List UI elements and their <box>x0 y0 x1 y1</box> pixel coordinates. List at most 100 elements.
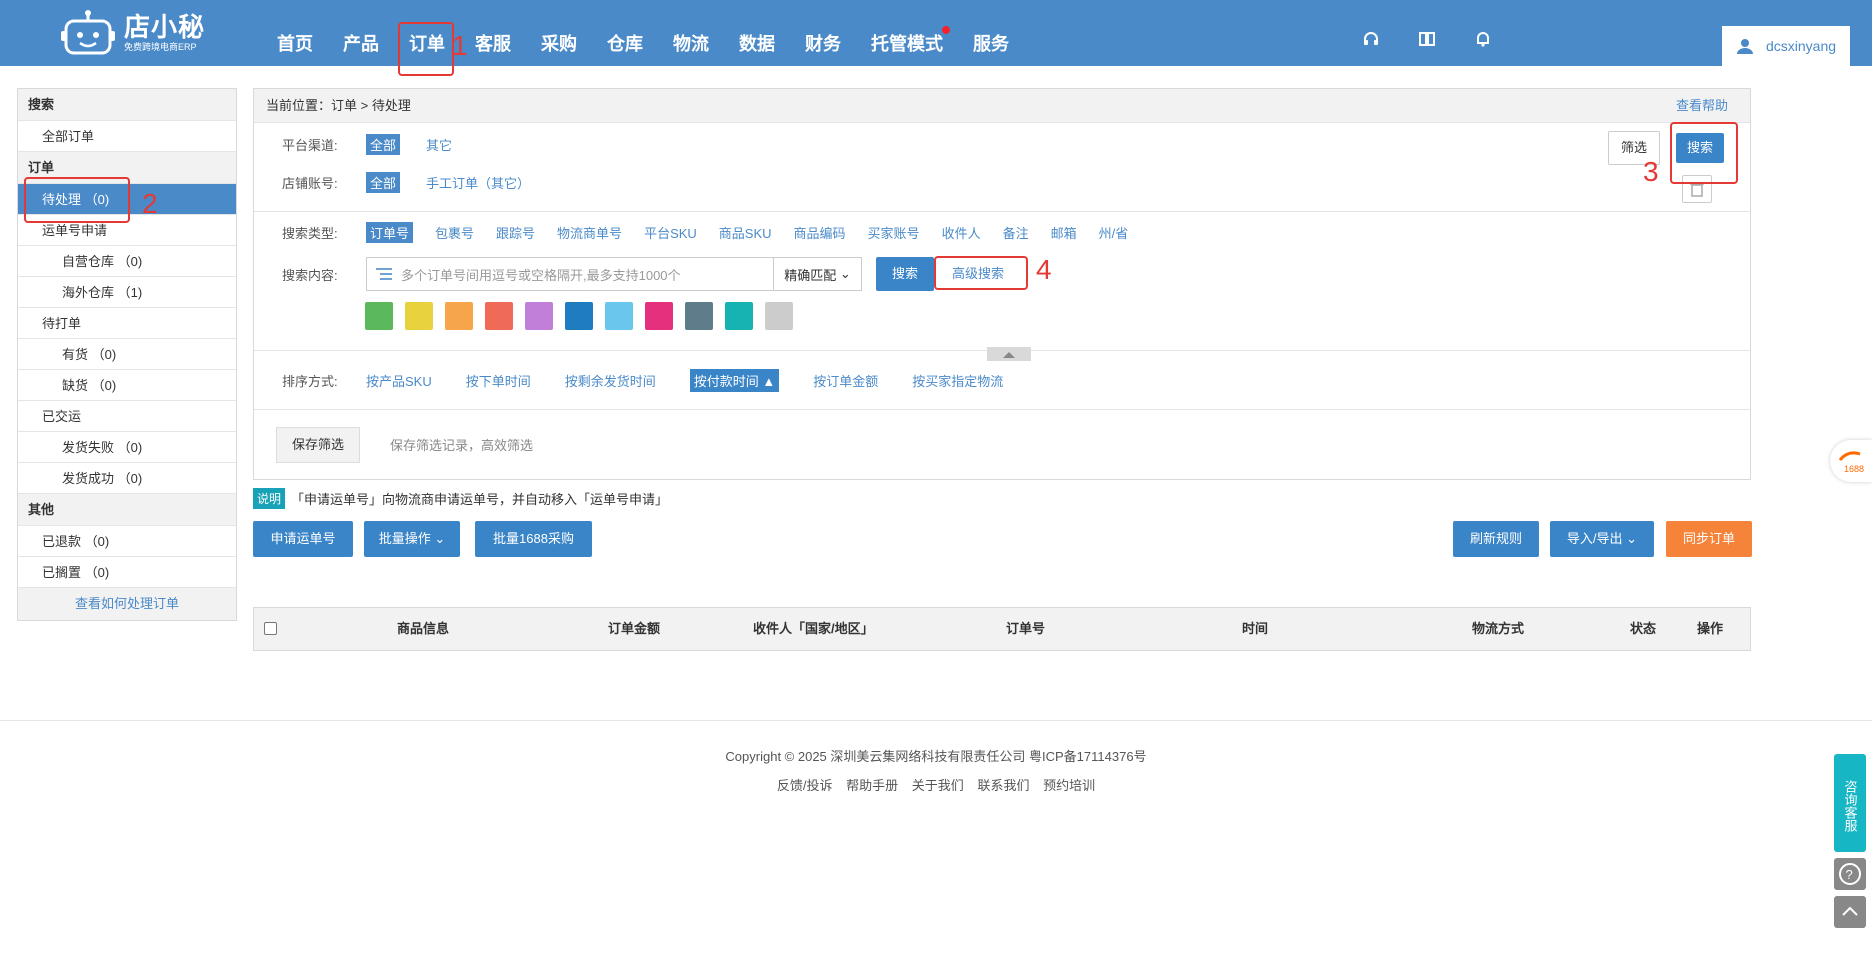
platform-label: 平台渠道: <box>282 137 338 153</box>
search-type-product-sku[interactable]: 商品SKU <box>719 223 772 242</box>
sidebar-item-refunded[interactable]: 已退款 （0) <box>18 526 236 557</box>
search-type-tracking-no[interactable]: 跟踪号 <box>496 223 535 242</box>
sidebar-other-heading: 其他 <box>18 494 236 526</box>
color-tag-swatch[interactable] <box>485 302 513 330</box>
color-tag-swatch[interactable] <box>645 302 673 330</box>
shop-all[interactable]: 全部 <box>366 171 401 193</box>
search-type-platform-sku[interactable]: 平台SKU <box>644 223 697 242</box>
sort-by-order-time[interactable]: 按下单时间 <box>466 371 531 390</box>
sidebar-item-overseas-warehouse[interactable]: 海外仓库 （1) <box>18 277 236 308</box>
nav-customer-service[interactable]: 客服 <box>460 0 526 66</box>
sort-by-buyer-logistics[interactable]: 按买家指定物流 <box>912 371 1003 390</box>
search-type-row: 搜索类型: 订单号 包裹号 跟踪号 物流商单号 平台SKU 商品SKU 商品编码… <box>254 212 1750 252</box>
apply-waybill-button[interactable]: 申请运单号 <box>253 521 353 557</box>
sidebar-item-ship-success[interactable]: 发货成功 （0) <box>18 463 236 494</box>
nav-finance[interactable]: 财务 <box>790 0 856 66</box>
footer-link-contact[interactable]: 联系我们 <box>977 778 1029 793</box>
shop-row: 店铺账号: 全部 手工订单（其它） <box>254 163 1750 201</box>
sync-orders-button[interactable]: 同步订单 <box>1666 521 1752 557</box>
select-all-checkbox[interactable] <box>264 622 277 635</box>
col-order-no: 订单号 <box>1006 621 1046 636</box>
footer-link-about[interactable]: 关于我们 <box>912 778 964 793</box>
color-tag-swatch[interactable] <box>685 302 713 330</box>
sidebar-help-link[interactable]: 查看如何处理订单 <box>18 588 236 620</box>
alibaba-1688-widget[interactable]: 1688 <box>1830 440 1872 482</box>
shop-manual[interactable]: 手工订单（其它） <box>422 172 534 193</box>
search-button[interactable]: 搜索 <box>876 257 934 291</box>
sort-by-payment-time[interactable]: 按付款时间 ▲ <box>689 368 780 392</box>
annotation-box-3 <box>1670 122 1738 184</box>
import-export-button[interactable]: 导入/导出 ⌄ <box>1550 521 1654 557</box>
search-type-order-no[interactable]: 订单号 <box>366 221 414 243</box>
search-type-package-no[interactable]: 包裹号 <box>435 223 474 242</box>
save-filter-button[interactable]: 保存筛选 <box>276 426 360 463</box>
color-tag-swatch[interactable] <box>525 302 553 330</box>
nav-warehouse[interactable]: 仓库 <box>592 0 658 66</box>
search-input[interactable]: 多个订单号间用逗号或空格隔开,最多支持1000个 <box>366 257 774 291</box>
help-link[interactable]: 查看帮助 <box>1676 89 1728 123</box>
sidebar-search-heading: 搜索 <box>18 89 236 121</box>
sidebar-item-ship-failed[interactable]: 发货失败 （0) <box>18 432 236 463</box>
refresh-rules-button[interactable]: 刷新规则 <box>1453 521 1539 557</box>
consult-service-button[interactable]: 咨询客服 <box>1834 754 1866 852</box>
color-tag-swatch[interactable] <box>405 302 433 330</box>
user-menu[interactable]: dcsxinyang <box>1722 26 1850 66</box>
footer-link-feedback[interactable]: 反馈/投诉 <box>777 778 833 793</box>
logo[interactable]: 店小秘 免费跨境电商ERP <box>60 8 210 58</box>
footer-link-help[interactable]: 帮助手册 <box>846 778 898 793</box>
robot-logo-icon <box>61 10 115 55</box>
search-type-product-code[interactable]: 商品编码 <box>794 223 846 242</box>
sort-by-remaining-ship-time[interactable]: 按剩余发货时间 <box>565 371 656 390</box>
username: dcsxinyang <box>1766 38 1837 54</box>
breadcrumb: 当前位置：订单 > 待处理 查看帮助 <box>254 89 1750 123</box>
nav-home[interactable]: 首页 <box>262 0 328 66</box>
color-tag-swatch[interactable] <box>565 302 593 330</box>
col-recipient-country: 收件人「国家/地区」 <box>753 621 874 636</box>
color-tag-swatch[interactable] <box>365 302 393 330</box>
annotation-number-3: 3 <box>1643 156 1659 187</box>
notification-dot <box>942 26 950 34</box>
color-tag-swatch[interactable] <box>605 302 633 330</box>
sidebar-item-own-warehouse[interactable]: 自营仓库 （0) <box>18 246 236 277</box>
color-tag-swatch[interactable] <box>725 302 753 330</box>
back-to-top-icon[interactable] <box>1834 896 1866 928</box>
bell-icon[interactable] <box>1474 30 1492 48</box>
platform-all[interactable]: 全部 <box>366 133 401 155</box>
nav-products[interactable]: 产品 <box>328 0 394 66</box>
batch-1688-purchase-button[interactable]: 批量1688采购 <box>475 521 592 557</box>
nav-services[interactable]: 服务 <box>958 0 1024 66</box>
search-type-label: 搜索类型: <box>282 225 338 241</box>
search-type-carrier-no[interactable]: 物流商单号 <box>557 223 622 242</box>
nav-purchase[interactable]: 采购 <box>526 0 592 66</box>
search-type-note[interactable]: 备注 <box>1003 223 1029 242</box>
user-icon <box>1737 39 1753 54</box>
headset-icon[interactable] <box>1362 30 1380 48</box>
help-question-icon[interactable]: ? <box>1834 858 1866 890</box>
sidebar-item-all-orders[interactable]: 全部订单 <box>18 121 236 152</box>
sidebar-item-on-hold[interactable]: 已搁置 （0) <box>18 557 236 588</box>
search-type-state[interactable]: 州/省 <box>1099 223 1129 242</box>
sidebar-item-to-print[interactable]: 待打单 <box>18 308 236 339</box>
sidebar-item-shipped[interactable]: 已交运 <box>18 401 236 432</box>
footer-link-training[interactable]: 预约培训 <box>1043 778 1095 793</box>
search-type-recipient[interactable]: 收件人 <box>942 223 981 242</box>
sort-by-product-sku[interactable]: 按产品SKU <box>366 371 432 390</box>
platform-row: 平台渠道: 全部 其它 <box>254 125 1750 163</box>
color-tag-swatch[interactable] <box>445 302 473 330</box>
sidebar-item-in-stock[interactable]: 有货 （0) <box>18 339 236 370</box>
match-select[interactable]: 精确匹配 ⌄ <box>774 257 862 291</box>
search-type-email[interactable]: 邮箱 <box>1051 223 1077 242</box>
nav-logistics[interactable]: 物流 <box>658 0 724 66</box>
nav-data[interactable]: 数据 <box>724 0 790 66</box>
platform-other[interactable]: 其它 <box>422 134 456 155</box>
collapse-toggle[interactable] <box>987 347 1031 361</box>
search-placeholder: 多个订单号间用逗号或空格隔开,最多支持1000个 <box>401 267 681 283</box>
sidebar-item-out-of-stock[interactable]: 缺货 （0) <box>18 370 236 401</box>
book-icon[interactable] <box>1418 30 1436 48</box>
sort-by-order-amount[interactable]: 按订单金额 <box>813 371 878 390</box>
search-type-buyer-account[interactable]: 买家账号 <box>868 223 920 242</box>
batch-operation-button[interactable]: 批量操作 ⌄ <box>364 521 460 557</box>
nav-hosting-mode[interactable]: 托管模式 <box>856 0 958 66</box>
annotation-box-2 <box>24 177 130 223</box>
color-tag-swatch[interactable] <box>765 302 793 330</box>
